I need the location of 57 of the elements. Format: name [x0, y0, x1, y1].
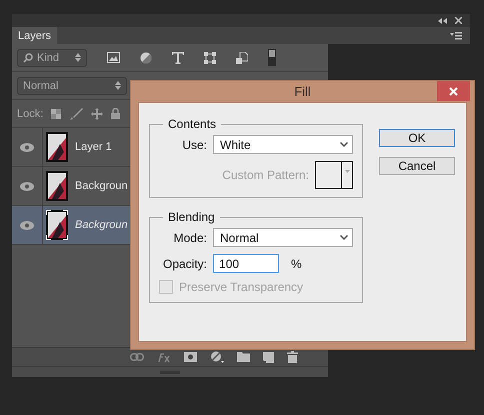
pattern-picker[interactable] [315, 161, 353, 189]
chevron-down-icon [340, 235, 348, 240]
filter-kind-select[interactable]: Kind [17, 48, 87, 66]
close-button[interactable] [437, 81, 470, 101]
lock-icon [111, 108, 120, 119]
use-dropdown[interactable]: White [213, 135, 353, 154]
collapse-icon [438, 18, 447, 24]
panel-menu-icon [450, 32, 462, 40]
updown-arrows-icon [75, 53, 81, 62]
close-icon [449, 86, 458, 96]
eye-icon [20, 220, 34, 230]
adjustment-filter-icon [140, 52, 152, 64]
group-legend: Contents [163, 117, 222, 131]
opacity-label: Opacity: [163, 256, 208, 270]
percent-unit: % [291, 256, 302, 270]
layer-name: Backgroun [75, 219, 128, 231]
image-filter-icon [107, 52, 120, 63]
ok-button[interactable]: OK [379, 129, 455, 147]
trash-icon [287, 351, 298, 363]
close-icon [455, 17, 462, 24]
dialog-title: Fill [294, 84, 311, 99]
folder-icon [237, 352, 250, 362]
move-icon [91, 108, 104, 120]
layer-name: Backgroun [75, 180, 128, 192]
smart-object-filter-icon [236, 52, 248, 64]
layer-thumbnail [46, 132, 68, 162]
cancel-button[interactable]: Cancel [379, 157, 455, 175]
new-layer-icon [263, 352, 274, 362]
adjustment-layer-icon [210, 351, 224, 363]
use-label: Use: [182, 138, 207, 152]
lock-transparency-icon [51, 108, 62, 118]
resize-grip-icon [160, 370, 180, 374]
eye-icon [20, 142, 34, 152]
type-filter-icon [172, 52, 184, 64]
custom-pattern-label: Custom Pattern: [222, 168, 309, 182]
opacity-field[interactable]: 100 [213, 254, 280, 273]
mode-label: Mode: [174, 230, 207, 244]
shape-filter-icon [204, 52, 216, 64]
blend-mode-select[interactable]: Normal [17, 76, 127, 94]
preserve-transparency-label: Preserve Transparency [179, 280, 304, 294]
lock-label: Lock: [17, 108, 44, 120]
chevron-down-icon [340, 142, 348, 147]
mode-dropdown[interactable]: Normal [213, 228, 353, 247]
caret-icon [344, 170, 350, 173]
brush-icon [69, 108, 84, 120]
layer-name: Layer 1 [75, 141, 112, 153]
layers-tab[interactable]: Layers [12, 27, 58, 44]
layer-thumbnail [46, 210, 68, 240]
link-icon [130, 353, 144, 361]
eye-icon [20, 182, 34, 190]
fx-icon [157, 351, 171, 363]
filter-toggle-icon [268, 49, 276, 66]
group-legend: Blending [163, 210, 220, 224]
search-icon [23, 52, 33, 62]
mask-icon [184, 352, 197, 362]
updown-arrows-icon [115, 81, 121, 90]
layer-thumbnail [46, 171, 68, 201]
